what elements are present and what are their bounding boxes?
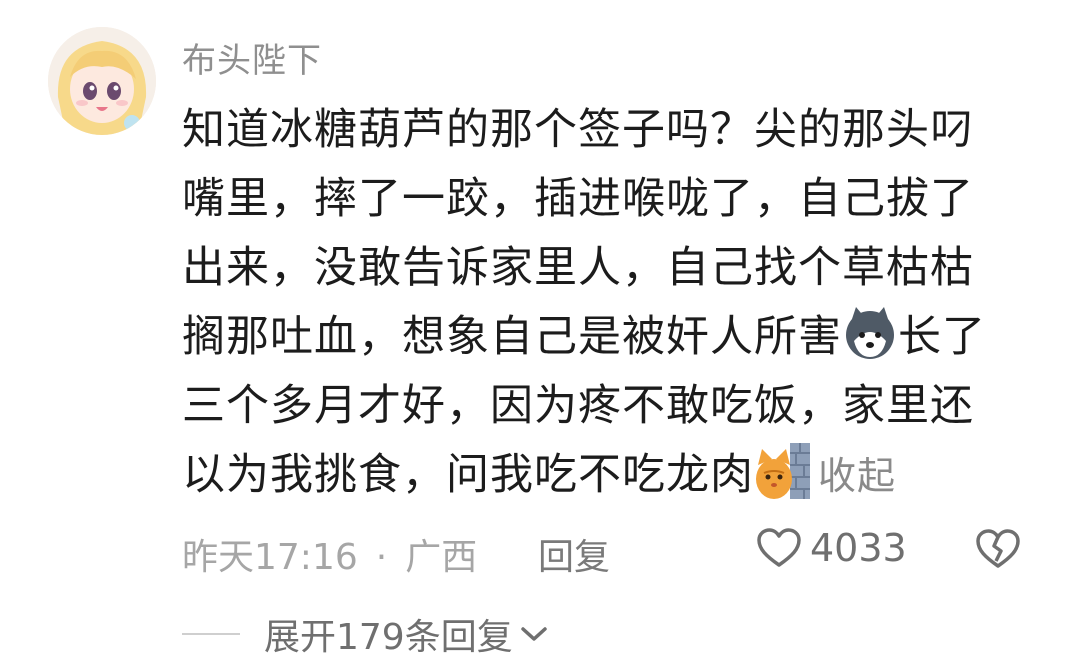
comment-meta: 昨天17:16 · 广西	[182, 528, 477, 580]
comment-text: 知道冰糖葫芦的那个签子吗？尖的那头叼 嘴里，摔了一跤，插进喉咙了，自己拔了 出来…	[182, 96, 1012, 511]
comment-line-part: 长了	[898, 312, 986, 362]
comment-line-part: 以为我挑食，问我吃不吃龙肉	[182, 450, 754, 500]
divider	[182, 633, 240, 635]
collapse-link[interactable]: 收起	[818, 454, 896, 498]
cat-wall-emoji-icon	[754, 443, 810, 499]
comment-line-part: 搁那吐血，想象自己是被奸人所害	[182, 312, 842, 362]
comment-line: 以为我挑食，问我吃不吃龙肉 收起	[182, 441, 1012, 511]
username[interactable]: 布头陛下	[182, 33, 322, 82]
comment-line: 搁那吐血，想象自己是被奸人所害 长了	[182, 303, 1012, 372]
location: 广西	[405, 537, 478, 578]
expand-replies: 展开179条回复	[182, 608, 549, 660]
reply-button[interactable]: 回复	[538, 528, 610, 580]
meta-separator: ·	[375, 537, 388, 578]
timestamp: 昨天17:16	[182, 537, 358, 578]
dislike-button[interactable]	[974, 528, 1022, 574]
like-count: 4033	[810, 526, 907, 570]
comment-line: 三个多月才好，因为疼不敢吃饭，家里还	[182, 381, 974, 431]
avatar[interactable]	[48, 27, 156, 135]
husky-emoji-icon	[842, 305, 898, 361]
comment-line: 出来，没敢告诉家里人，自己找个草枯枯	[182, 243, 974, 293]
like-button[interactable]: 4033	[756, 526, 907, 570]
chevron-down-icon[interactable]	[519, 623, 549, 645]
heart-icon	[757, 528, 801, 567]
expand-replies-button[interactable]: 展开179条回复	[264, 608, 513, 660]
broken-heart-icon	[976, 529, 1020, 568]
comment-line: 嘴里，摔了一跤，插进喉咙了，自己拔了	[182, 174, 974, 224]
comment-line: 知道冰糖葫芦的那个签子吗？尖的那头叼	[182, 105, 974, 155]
avatar-anime-girl-icon	[48, 27, 156, 135]
